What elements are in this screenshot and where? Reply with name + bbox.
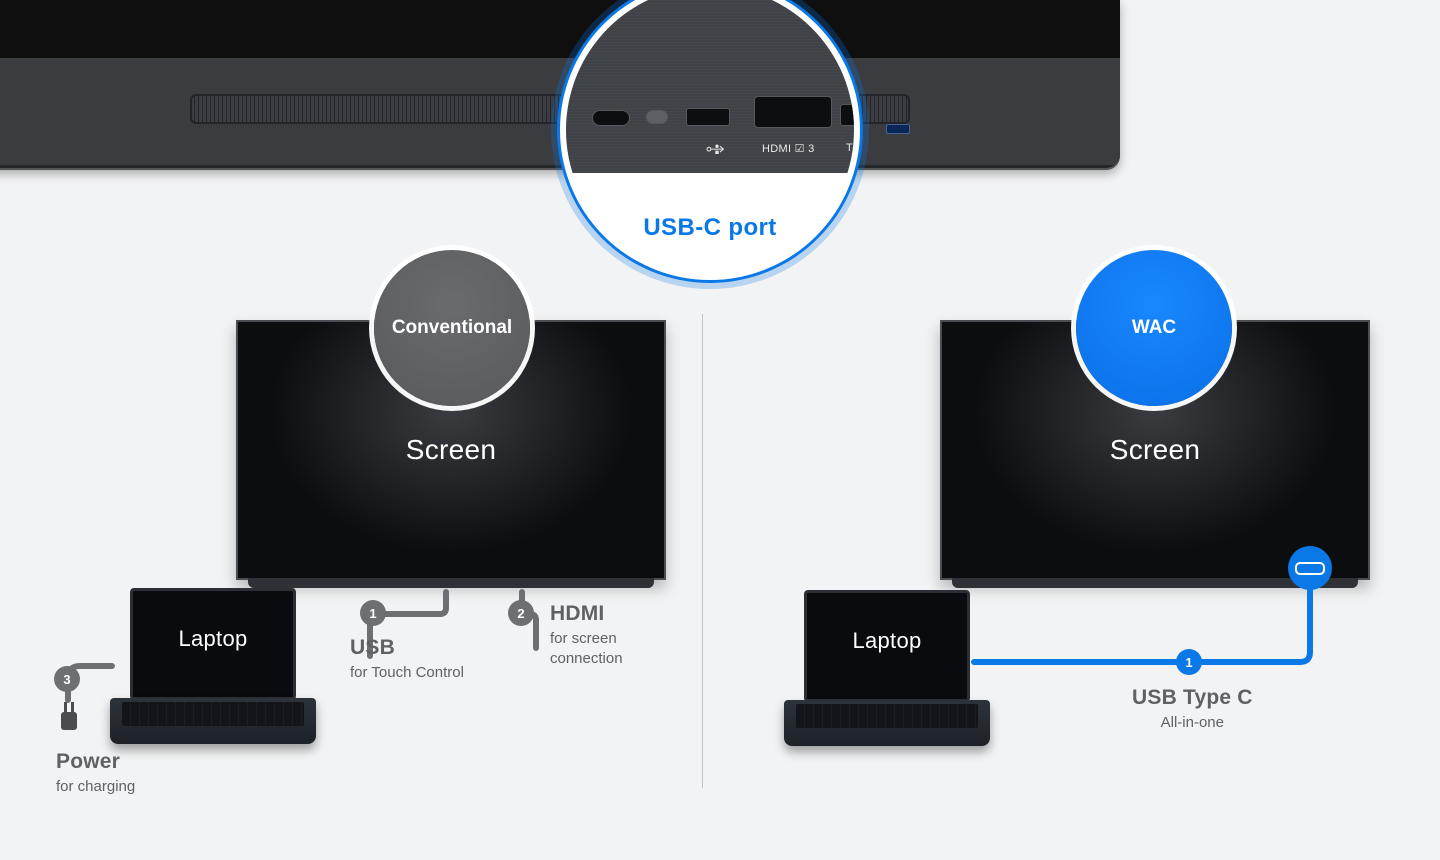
label-power: Power for charging <box>56 748 135 797</box>
label-power-sub: for charging <box>56 778 135 795</box>
label-power-title: Power <box>56 748 135 775</box>
zoom-circle: HDMI ☑ 3 TC USB-C port <box>560 0 860 280</box>
label-usb: USB for Touch Control <box>350 634 464 683</box>
step-3-badge: 3 <box>54 666 80 692</box>
wac-panel: WAC Screen 1 USB Type C All-in-one Lapto… <box>706 248 1440 860</box>
label-hdmi-title: HDMI <box>550 600 623 627</box>
usb-c-plug-icon <box>1288 546 1332 590</box>
label-hdmi: HDMI for screen connection <box>550 600 623 668</box>
divider <box>702 314 703 788</box>
zoom-btn-long <box>592 110 630 126</box>
zoom-caption: USB-C port <box>566 214 854 242</box>
zoom-port-hdmi-label: HDMI ☑ 3 <box>762 142 815 155</box>
zoom-port-edge <box>840 104 858 126</box>
step-2-badge: 2 <box>508 600 534 626</box>
plug-icon <box>61 702 77 730</box>
port-usb-a-2 <box>886 124 910 134</box>
badge-wac: WAC <box>1076 250 1232 406</box>
label-usbc-sub: All-in-one <box>1161 714 1224 731</box>
zoom-port-edge-label: TC <box>846 142 860 154</box>
laptop-label: Laptop <box>110 626 316 652</box>
conventional-panel: Conventional Screen 1 2 3 USB for Touch … <box>0 248 700 860</box>
cable-power <box>0 248 700 808</box>
laptop-conventional: Laptop <box>110 588 316 744</box>
label-usb-title: USB <box>350 634 464 661</box>
step-1-badge: 1 <box>360 600 386 626</box>
step-1-badge: 1 <box>1176 649 1202 675</box>
zoom-port-hdmi <box>754 96 832 128</box>
laptop-label: Laptop <box>784 628 990 654</box>
usb-icon <box>706 144 728 154</box>
badge-conventional: Conventional <box>374 250 530 406</box>
label-usbc: USB Type C All-in-one <box>1132 684 1253 733</box>
label-hdmi-sub: for screen connection <box>550 630 623 667</box>
zoom-btn-short <box>646 110 668 124</box>
laptop-wac: Laptop <box>784 590 990 746</box>
label-usbc-title: USB Type C <box>1132 684 1253 711</box>
label-usb-sub: for Touch Control <box>350 664 464 681</box>
zoom-port-usb-c <box>686 108 730 126</box>
